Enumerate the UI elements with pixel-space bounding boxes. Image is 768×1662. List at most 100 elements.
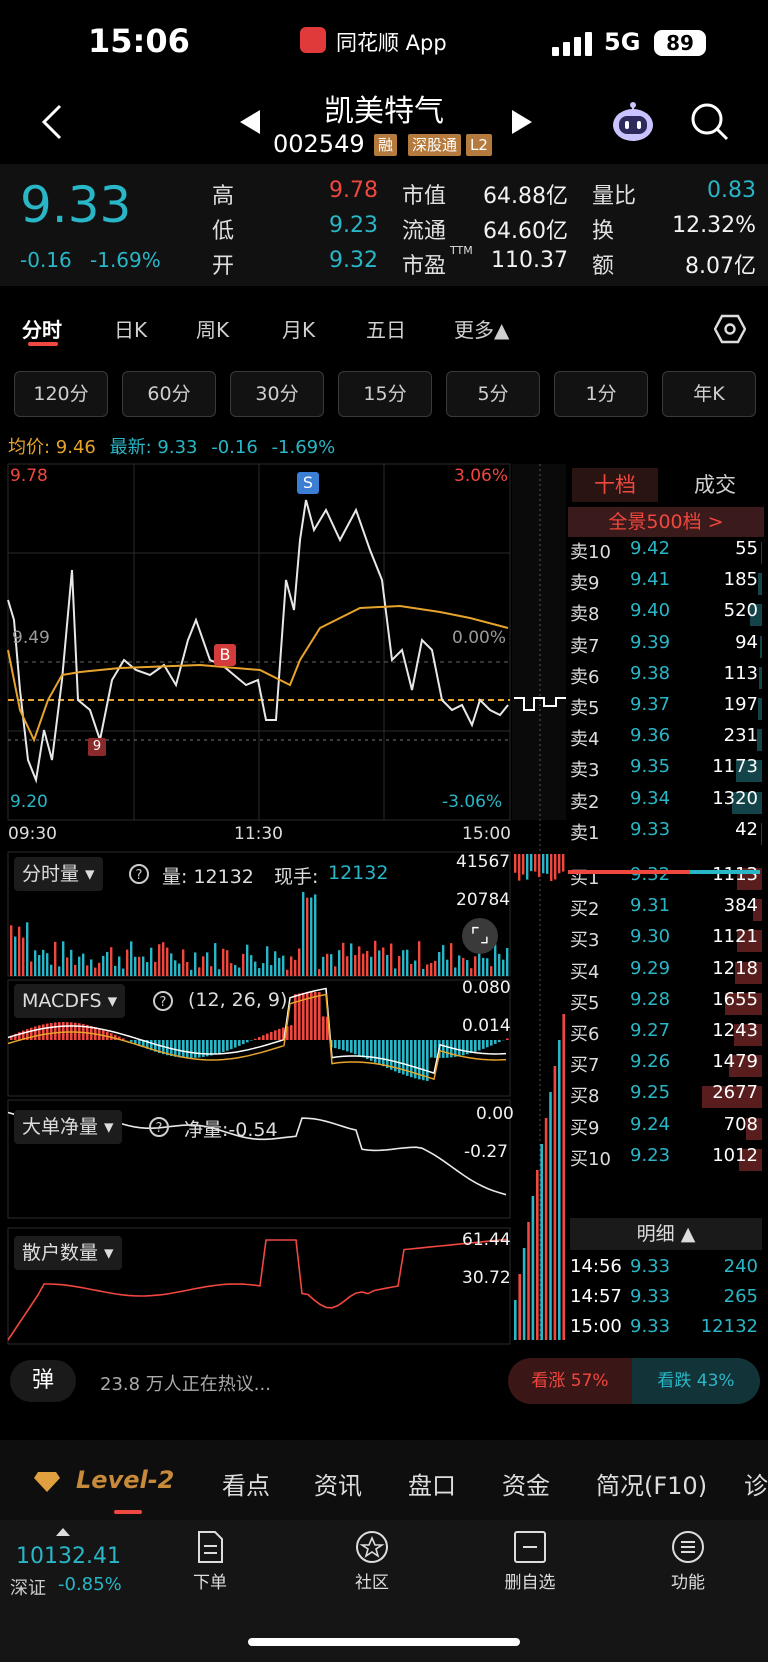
btn-60min[interactable]: 60分 xyxy=(122,371,216,417)
volume-bar xyxy=(26,922,29,976)
tab-more[interactable]: 更多▲ xyxy=(454,314,509,343)
next-stock-icon[interactable] xyxy=(512,110,532,134)
bid-row[interactable]: 买5 9.28 1655 xyxy=(570,989,762,1019)
sell-signal-marker[interactable]: S xyxy=(297,472,319,494)
bid-row[interactable]: 买9 9.24 708 xyxy=(570,1114,762,1144)
macd-bar xyxy=(446,1040,449,1058)
functions-button[interactable]: 功能 xyxy=(648,1530,728,1593)
level-price: 9.30 xyxy=(630,926,671,948)
bid-row[interactable]: 买7 9.26 1479 xyxy=(570,1051,762,1081)
btn-5min[interactable]: 5分 xyxy=(446,371,540,417)
amount-value: 8.07亿 xyxy=(685,254,756,279)
bigorder-indicator-select[interactable]: 大单净量 ▾ xyxy=(14,1110,122,1144)
tab-handicap[interactable]: 盘口 xyxy=(408,1466,456,1501)
index-value[interactable]: 10132.41 xyxy=(16,1544,121,1569)
document-icon xyxy=(198,1531,223,1563)
volume-bar xyxy=(146,962,149,976)
level-price: 9.42 xyxy=(630,538,671,559)
help-icon[interactable]: ? xyxy=(148,1116,170,1138)
ask-row[interactable]: 卖10 9.42 55 xyxy=(570,538,762,568)
macd-bar xyxy=(194,1040,197,1058)
search-icon[interactable] xyxy=(690,102,730,142)
btn-120min[interactable]: 120分 xyxy=(14,371,108,417)
tab-diagnosis[interactable]: 诊 xyxy=(744,1466,768,1501)
volume-bar xyxy=(338,950,341,976)
help-icon[interactable]: ? xyxy=(128,863,150,885)
tab-news[interactable]: 资讯 xyxy=(314,1466,362,1501)
volume-bar xyxy=(74,964,77,976)
volume-bar xyxy=(66,957,69,976)
bid-row[interactable]: 买4 9.29 1218 xyxy=(570,958,762,988)
prev-stock-icon[interactable] xyxy=(240,110,260,134)
mktcap-label: 市值 xyxy=(402,184,447,209)
bid-row[interactable]: 买3 9.30 1121 xyxy=(570,926,762,956)
ask-row[interactable]: 卖6 9.38 113 xyxy=(570,663,762,693)
home-indicator[interactable] xyxy=(248,1638,520,1646)
bid-row[interactable]: 买6 9.27 1243 xyxy=(570,1020,762,1050)
danmu-toggle-button[interactable]: 弹 xyxy=(10,1360,76,1402)
order-button[interactable]: 下单 xyxy=(170,1530,250,1593)
tab-trades[interactable]: 成交 xyxy=(682,468,748,502)
bid-row[interactable]: 买1 9.32 1113 xyxy=(570,864,762,894)
tab-funds[interactable]: 资金 xyxy=(502,1466,550,1501)
fullscreen-icon[interactable]: ⌜⌟ xyxy=(462,918,498,954)
chart-settings-icon[interactable] xyxy=(714,314,746,344)
ask-row[interactable]: 卖3 9.35 1173 xyxy=(570,756,762,786)
ask-row[interactable]: 卖8 9.40 520 xyxy=(570,600,762,630)
level-label: 卖8 xyxy=(570,604,600,626)
post-ramp-bar xyxy=(549,1092,552,1340)
ask-row[interactable]: 卖5 9.37 197 xyxy=(570,694,762,724)
assistant-robot-icon[interactable] xyxy=(610,100,656,144)
macd-bar xyxy=(426,1040,429,1081)
tab-monthly[interactable]: 月K xyxy=(282,314,315,343)
tab-weekly[interactable]: 周K xyxy=(196,314,229,343)
btn-yearly[interactable]: 年K xyxy=(662,371,756,417)
full-depth-link[interactable]: 全景500档 > xyxy=(568,507,764,537)
expand-up-icon[interactable] xyxy=(56,1528,70,1536)
post-volume-bar xyxy=(526,854,529,880)
volume-bar xyxy=(262,963,265,976)
volume-bar xyxy=(34,950,37,976)
ask-row[interactable]: 卖4 9.36 231 xyxy=(570,725,762,755)
remove-watchlist-button[interactable]: 删自选 xyxy=(490,1530,570,1593)
help-icon[interactable]: ? xyxy=(152,990,174,1012)
volratio-label: 量比 xyxy=(592,184,637,209)
volume-bar xyxy=(30,961,33,976)
tab-five-day[interactable]: 五日 xyxy=(366,314,406,343)
btn-1min[interactable]: 1分 xyxy=(554,371,648,417)
ask-row[interactable]: 卖1 9.33 42 xyxy=(570,819,762,849)
tab-f10[interactable]: 简况(F10) xyxy=(596,1466,707,1501)
community-button[interactable]: 社区 xyxy=(332,1530,412,1593)
level-label: 买3 xyxy=(570,930,600,952)
level-price: 9.37 xyxy=(630,694,671,715)
bullish-vote-button[interactable]: 看涨 57% xyxy=(508,1358,632,1404)
retail-indicator-select[interactable]: 散户数量 ▾ xyxy=(14,1236,122,1270)
trade-detail-header[interactable]: 明细 ▲ xyxy=(570,1218,762,1250)
pe-label: 市盈 xyxy=(402,254,447,279)
ask-row[interactable]: 卖9 9.41 185 xyxy=(570,569,762,599)
level-volume: 55 xyxy=(735,538,758,559)
buy-signal-marker[interactable]: B xyxy=(214,644,236,666)
level-label: 买8 xyxy=(570,1086,600,1108)
bearish-vote-button[interactable]: 看跌 43% xyxy=(632,1358,760,1404)
macd-indicator-select[interactable]: MACDFS ▾ xyxy=(14,984,126,1018)
bid-row[interactable]: 买8 9.25 2677 xyxy=(570,1082,762,1112)
ask-row[interactable]: 卖2 9.34 1320 xyxy=(570,788,762,818)
btn-15min[interactable]: 15分 xyxy=(338,371,432,417)
bid-row[interactable]: 买10 9.23 1012 xyxy=(570,1145,762,1175)
volume-indicator-select[interactable]: 分时量 ▾ xyxy=(14,857,103,891)
bid-row[interactable]: 买2 9.31 384 xyxy=(570,895,762,925)
tab-highlights[interactable]: 看点 xyxy=(222,1466,270,1501)
btn-30min[interactable]: 30分 xyxy=(230,371,324,417)
tab-ten-levels[interactable]: 十档 xyxy=(572,468,658,502)
macd-bar xyxy=(378,1040,381,1065)
tab-daily[interactable]: 日K xyxy=(114,314,147,343)
tab-level2[interactable]: Level-2 xyxy=(76,1466,174,1494)
volume-bar xyxy=(42,949,45,976)
tab-intraday[interactable]: 分时 xyxy=(22,314,62,343)
macd-bar xyxy=(290,1025,293,1040)
level-label: 卖3 xyxy=(570,760,600,782)
ask-row[interactable]: 卖7 9.39 94 xyxy=(570,632,762,662)
post-ramp-bar xyxy=(518,1274,521,1340)
hot-discussion-text[interactable]: 23.8 万人正在热议... xyxy=(100,1370,271,1396)
